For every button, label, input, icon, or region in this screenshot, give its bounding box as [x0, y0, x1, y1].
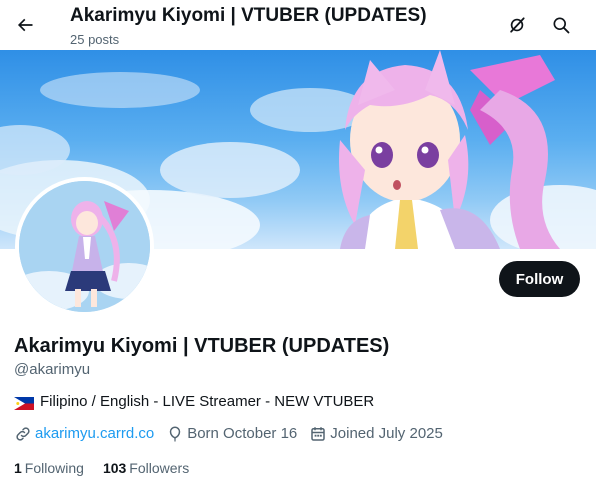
following-label: Following	[24, 460, 84, 476]
profile-bio: Filipino / English - LIVE Streamer - NEW…	[14, 392, 374, 412]
post-count: 25 posts	[70, 32, 120, 47]
search-button[interactable]	[544, 8, 578, 42]
arrow-left-icon	[17, 18, 33, 32]
profile-handle: @akarimyu	[14, 361, 91, 378]
followers-count: 103	[102, 460, 127, 476]
philippines-flag-icon	[14, 396, 34, 410]
birthday-text: Born October 16	[187, 425, 298, 442]
following-link[interactable]: 1 Following	[14, 458, 84, 478]
birthday-item: Born October 16	[166, 424, 297, 444]
follow-button[interactable]: Follow	[499, 261, 580, 297]
profile-meta: akarimyu.carrd.co Born October 16 Joined…	[14, 424, 455, 444]
website-link[interactable]: akarimyu.carrd.co	[35, 424, 154, 444]
bio-text: Filipino / English - LIVE Streamer - NEW…	[40, 393, 375, 410]
followers-label: Followers	[129, 460, 190, 476]
followers-link[interactable]: 103 Followers	[103, 458, 189, 478]
following-count: 1	[14, 460, 22, 476]
joined-text: Joined July 2025	[330, 425, 443, 442]
top-bar: Akarimyu Kiyomi | VTUBER (UPDATES) 25 po…	[0, 0, 596, 50]
profile-stats: 1 Following 103 Followers	[14, 458, 208, 478]
grok-button[interactable]	[500, 8, 534, 42]
link-icon	[16, 427, 30, 441]
avatar-artwork	[19, 181, 150, 312]
back-button[interactable]	[8, 8, 42, 42]
website-item: akarimyu.carrd.co	[14, 424, 154, 444]
calendar-icon	[311, 427, 326, 441]
avatar[interactable]	[15, 177, 154, 316]
search-icon	[553, 17, 570, 34]
header-title: Akarimyu Kiyomi | VTUBER (UPDATES)	[70, 5, 427, 26]
header-title-block: Akarimyu Kiyomi | VTUBER (UPDATES) 25 po…	[70, 4, 427, 49]
joined-item: Joined July 2025	[309, 424, 443, 444]
profile-name: Akarimyu Kiyomi | VTUBER (UPDATES)	[14, 335, 390, 357]
grok-icon	[510, 17, 525, 33]
balloon-icon	[169, 426, 181, 442]
